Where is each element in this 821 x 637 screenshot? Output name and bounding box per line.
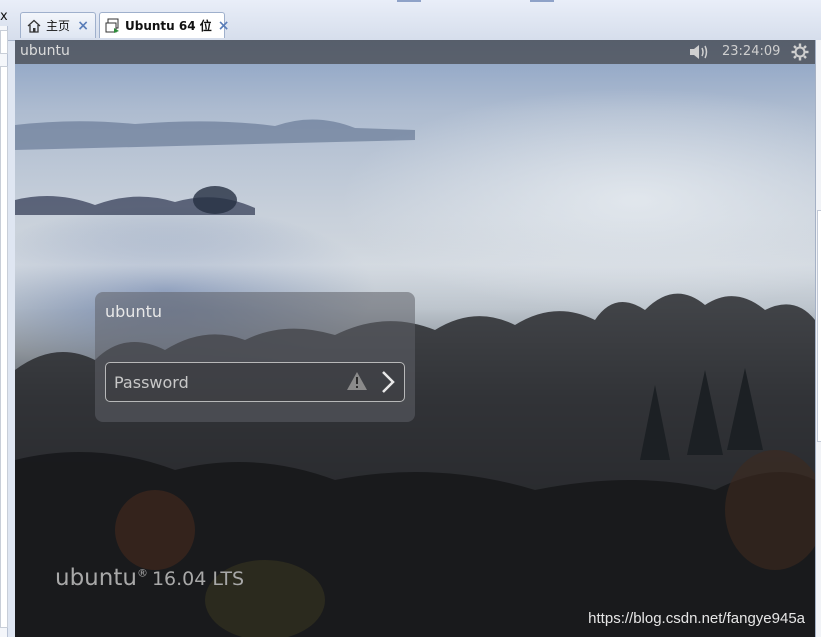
window-close-button[interactable]: x bbox=[0, 8, 10, 26]
tab-home-close-icon[interactable]: × bbox=[77, 18, 89, 34]
tab-ubuntu-label: Ubuntu 64 位 bbox=[125, 19, 212, 33]
speaker-icon[interactable] bbox=[688, 43, 710, 61]
scrollbar-thumb[interactable] bbox=[817, 210, 821, 442]
tab-ubuntu-vm[interactable]: Ubuntu 64 位 × bbox=[99, 12, 230, 38]
logo-registered-mark: ® bbox=[136, 566, 148, 580]
logo-brand: ubuntu bbox=[55, 565, 137, 591]
sidebar-field bbox=[0, 30, 8, 54]
vmware-tab-bar: x 主页 × Ubuntu 64 位 × bbox=[0, 0, 821, 41]
home-icon bbox=[26, 18, 42, 34]
tab-home-label: 主页 bbox=[46, 19, 71, 33]
left-sidebar-edge bbox=[0, 26, 8, 637]
logo-version: 16.04 LTS bbox=[151, 568, 245, 590]
toolbar-edge-mark bbox=[530, 0, 554, 2]
top-panel: ubuntu 23:24:09 bbox=[15, 40, 815, 64]
sidebar-panel bbox=[0, 66, 8, 628]
password-field-container bbox=[105, 362, 405, 402]
gear-icon[interactable] bbox=[791, 43, 809, 61]
password-input[interactable] bbox=[106, 363, 352, 401]
login-greeter-box: ubuntu bbox=[95, 292, 415, 422]
right-scroll-edge[interactable] bbox=[815, 40, 821, 637]
clock[interactable]: 23:24:09 bbox=[722, 44, 780, 59]
watermark-url: https://blog.csdn.net/fangye945a bbox=[588, 610, 805, 627]
caps-lock-warning-icon bbox=[346, 371, 368, 391]
ubuntu-logo: ubuntu® 16.04 LTS bbox=[55, 565, 244, 591]
toolbar-edge-mark bbox=[397, 0, 421, 2]
tab-home[interactable]: 主页 × bbox=[20, 12, 96, 38]
chevron-right-icon[interactable] bbox=[378, 370, 398, 394]
hostname-label: ubuntu bbox=[20, 43, 70, 59]
vm-icon bbox=[105, 18, 121, 34]
ubuntu-login-screen: ubuntu 23:24:09 ubuntu ubuntu® 16.04 LTS … bbox=[15, 40, 815, 637]
username-label[interactable]: ubuntu bbox=[105, 302, 162, 321]
tab-ubuntu-close-icon[interactable]: × bbox=[218, 18, 230, 34]
